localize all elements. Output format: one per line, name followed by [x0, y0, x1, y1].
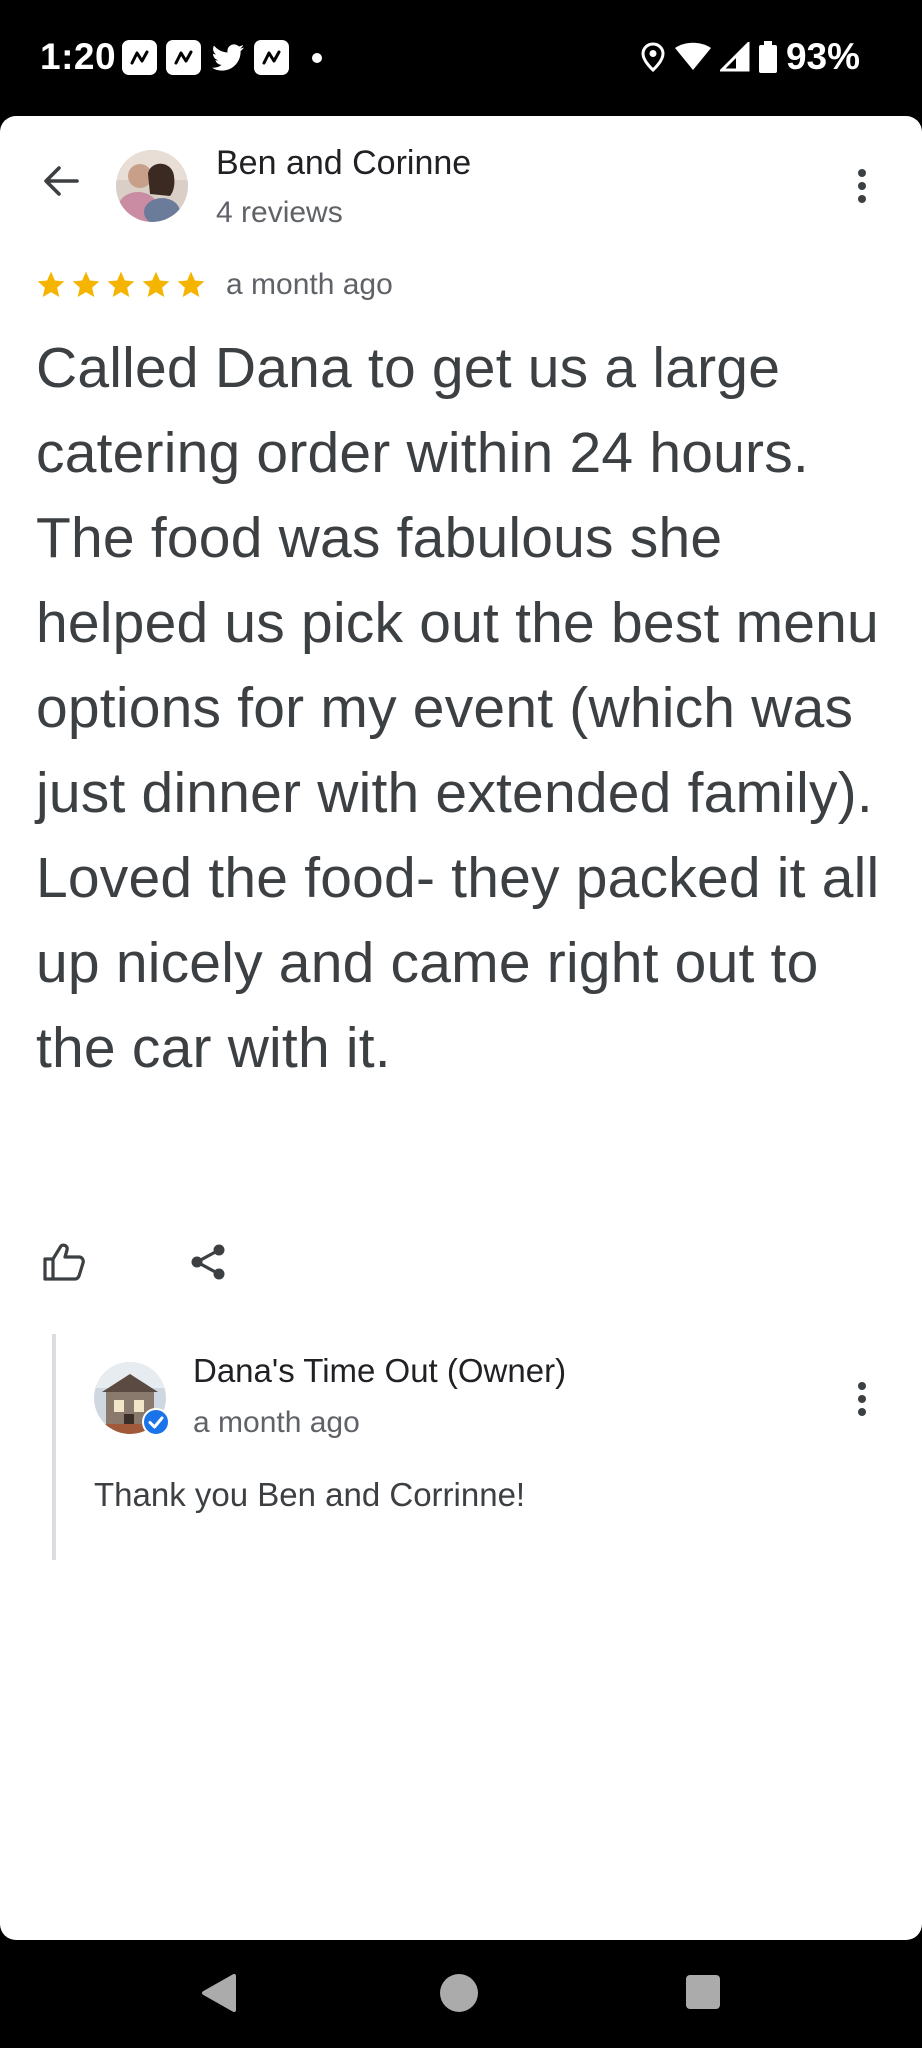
status-time: 1:20 — [40, 36, 117, 77]
cell-signal-icon — [719, 42, 750, 72]
star-icon — [107, 271, 135, 297]
reviewer-name[interactable]: Ben and Corinne — [216, 144, 471, 183]
app-notification-icon — [166, 40, 201, 75]
twitter-icon — [210, 40, 245, 75]
review-actions — [40, 1238, 232, 1286]
owner-name[interactable]: Dana's Time Out (Owner) — [193, 1352, 566, 1390]
battery-percentage: 93% — [785, 36, 860, 77]
owner-avatar[interactable] — [94, 1362, 170, 1436]
review-sheet: Ben and Corinne 4 reviews a month ago Ca… — [0, 116, 922, 1940]
status-indicators: 93% — [640, 36, 860, 78]
battery-icon — [758, 41, 777, 73]
back-button[interactable] — [34, 154, 88, 208]
nav-back-button[interactable] — [198, 1972, 238, 2019]
star-rating — [34, 269, 208, 301]
review-count: 4 reviews — [216, 196, 343, 229]
status-bar: 1:20 93% — [0, 0, 922, 116]
star-icon — [37, 271, 65, 297]
star-icon — [142, 271, 170, 297]
review-date: a month ago — [226, 268, 393, 301]
wifi-icon — [674, 42, 711, 70]
nav-home-button[interactable] — [440, 1974, 478, 2012]
more-options-button[interactable] — [842, 166, 882, 206]
thumbs-up-icon — [43, 1243, 85, 1281]
like-button[interactable] — [40, 1238, 88, 1286]
star-icon — [72, 271, 100, 297]
star-icon — [177, 271, 205, 297]
more-vert-icon — [858, 1382, 866, 1416]
notification-icons — [122, 40, 322, 75]
nav-recents-button[interactable] — [686, 1975, 720, 2009]
reviewer-avatar[interactable] — [116, 150, 188, 222]
owner-reply-date: a month ago — [193, 1406, 360, 1439]
arrow-back-icon — [44, 166, 79, 196]
share-icon — [191, 1244, 225, 1280]
more-notifications-dot — [312, 52, 322, 63]
app-notification-icon — [254, 40, 289, 75]
location-icon — [641, 42, 665, 72]
owner-reply-more-options-button[interactable] — [842, 1379, 882, 1419]
triangle-back-icon — [202, 1974, 236, 2012]
more-vert-icon — [858, 169, 866, 203]
verified-badge-icon — [142, 1408, 170, 1436]
share-button[interactable] — [184, 1238, 232, 1286]
owner-reply-text: Thank you Ben and Corrinne! — [94, 1476, 526, 1513]
reply-divider — [52, 1334, 56, 1544]
app-notification-icon — [122, 40, 157, 75]
reviewer-header: Ben and Corinne 4 reviews — [0, 116, 922, 256]
rating-row: a month ago — [34, 268, 393, 302]
review-text: Called Dana to get us a large catering o… — [36, 336, 880, 1080]
system-navigation-bar — [0, 1940, 922, 2048]
